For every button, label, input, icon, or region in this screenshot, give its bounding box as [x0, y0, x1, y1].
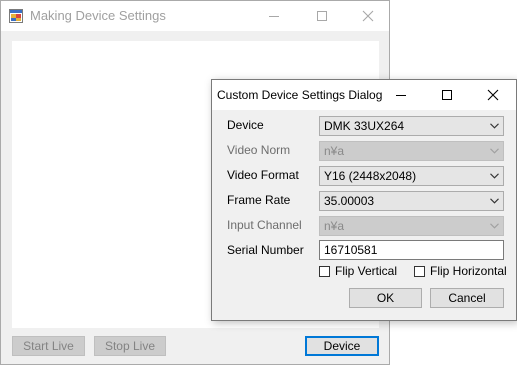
device-select[interactable]: DMK 33UX264	[319, 116, 504, 136]
video-norm-select-value: n¥a	[324, 144, 345, 158]
dialog-title-bar[interactable]: Custom Device Settings Dialog	[212, 80, 516, 110]
serial-number-field[interactable]: 16710581	[319, 240, 504, 260]
input-channel-label: Input Channel	[227, 218, 302, 232]
video-norm-select[interactable]: n¥a	[319, 141, 504, 161]
flip-vertical-option[interactable]: Flip Vertical	[319, 264, 397, 278]
chevron-down-icon	[490, 223, 499, 229]
frame-rate-select[interactable]: 35.00003	[319, 191, 504, 211]
video-format-select-value: Y16 (2448x2048)	[324, 169, 417, 183]
close-icon	[362, 10, 374, 22]
start-live-button[interactable]: Start Live	[12, 336, 85, 356]
ok-button[interactable]: OK	[349, 288, 422, 308]
stop-live-button[interactable]: Stop Live	[94, 336, 166, 356]
app-window-icon	[9, 9, 23, 23]
main-title-bar[interactable]: Making Device Settings	[1, 1, 389, 31]
close-button[interactable]	[345, 1, 391, 31]
frame-rate-label: Frame Rate	[227, 193, 291, 207]
flip-horizontal-option[interactable]: Flip Horizontal	[414, 264, 507, 278]
minimize-icon	[396, 95, 406, 96]
device-label: Device	[227, 118, 264, 132]
dialog-close-button[interactable]	[470, 80, 516, 110]
dialog-minimize-button[interactable]	[378, 80, 424, 110]
flip-horizontal-checkbox[interactable]	[414, 265, 425, 277]
serial-number-label: Serial Number	[227, 243, 304, 257]
chevron-down-icon	[490, 198, 499, 204]
chevron-down-icon	[490, 123, 499, 129]
main-window-title: Making Device Settings	[30, 8, 166, 23]
maximize-icon	[317, 11, 327, 21]
chevron-down-icon	[490, 173, 499, 179]
minimize-icon	[269, 16, 279, 17]
flip-vertical-checkbox[interactable]	[319, 265, 330, 277]
device-select-value: DMK 33UX264	[324, 119, 405, 133]
chevron-down-icon	[490, 148, 499, 154]
flip-horizontal-label: Flip Horizontal	[430, 264, 507, 278]
video-format-label: Video Format	[227, 168, 299, 182]
input-channel-select-value: n¥a	[324, 219, 345, 233]
minimize-button[interactable]	[251, 1, 297, 31]
custom-device-settings-dialog: Custom Device Settings Dialog Device DMK…	[211, 79, 517, 321]
video-norm-label: Video Norm	[227, 143, 291, 157]
close-icon	[487, 89, 499, 101]
input-channel-select[interactable]: n¥a	[319, 216, 504, 236]
maximize-icon	[442, 90, 452, 100]
video-format-select[interactable]: Y16 (2448x2048)	[319, 166, 504, 186]
dialog-title: Custom Device Settings Dialog	[217, 88, 383, 102]
frame-rate-select-value: 35.00003	[324, 194, 375, 208]
flip-vertical-label: Flip Vertical	[335, 264, 398, 278]
maximize-button[interactable]	[299, 1, 345, 31]
dialog-maximize-button[interactable]	[424, 80, 470, 110]
cancel-button[interactable]: Cancel	[430, 288, 504, 308]
device-button[interactable]: Device	[305, 336, 379, 356]
